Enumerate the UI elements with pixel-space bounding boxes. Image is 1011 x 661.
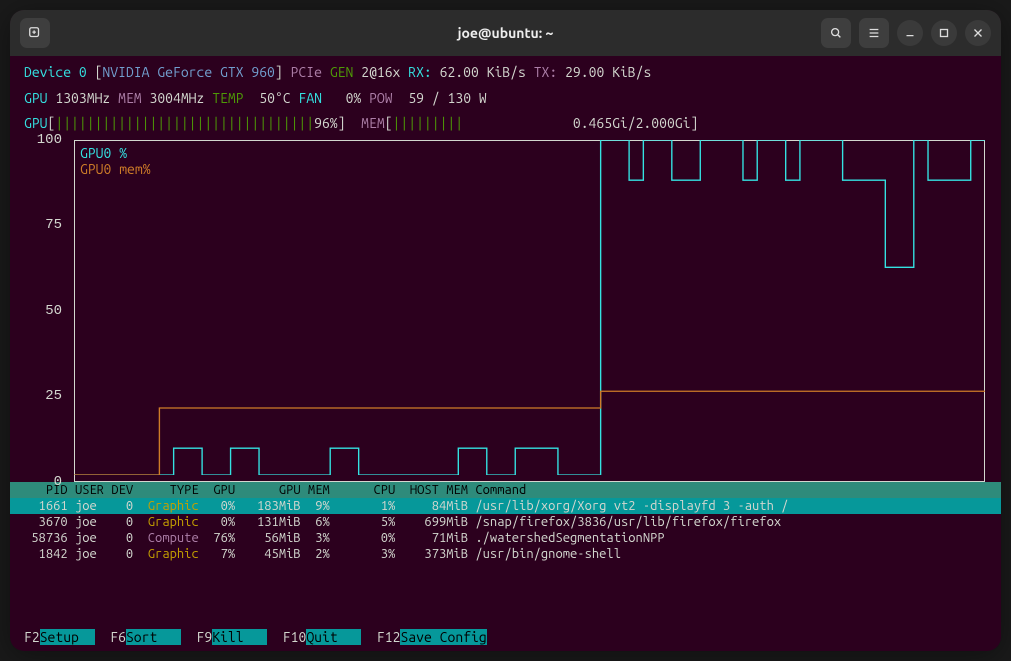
close-button[interactable] [965,20,991,46]
stats-line-2: GPU 1303MHz MEM 3004MHz TEMP 50°C FAN 0%… [10,82,1001,108]
process-row[interactable]: 1661 joe 0 Graphic 0% 183MiB 9% 1% 84MiB… [10,498,1001,514]
stats-bars: GPU[|||||||||||||||||||||||||||||||||96%… [10,107,1001,133]
menu-button[interactable] [859,18,889,48]
minimize-button[interactable] [897,20,923,46]
new-tab-button[interactable] [20,18,50,48]
terminal-window: joe@ubuntu: ~ Device 0 [NVIDIA GeForce G… [10,10,1001,651]
process-table-header: PID USER DEV TYPE GPU GPU MEM CPU HOST M… [10,482,1001,498]
process-table-body: 1661 joe 0 Graphic 0% 183MiB 9% 1% 84MiB… [10,498,1001,562]
utilization-chart: 0255075100 GPU0 %GPU0 mem% [24,137,987,482]
process-row[interactable]: 3670 joe 0 Graphic 0% 131MiB 6% 5% 699Mi… [10,514,1001,530]
titlebar: joe@ubuntu: ~ [10,10,1001,56]
process-row[interactable]: 58736 joe 0 Compute 76% 56MiB 3% 0% 71Mi… [10,530,1001,546]
maximize-button[interactable] [931,20,957,46]
process-row[interactable]: 1842 joe 0 Graphic 7% 45MiB 2% 3% 373MiB… [10,546,1001,562]
search-button[interactable] [821,18,851,48]
function-key-bar: F2Setup F6Sort F9Kill F10Quit F12Save Co… [10,629,1001,651]
stats-line-1: Device 0 [NVIDIA GeForce GTX 960] PCIe G… [10,56,1001,82]
